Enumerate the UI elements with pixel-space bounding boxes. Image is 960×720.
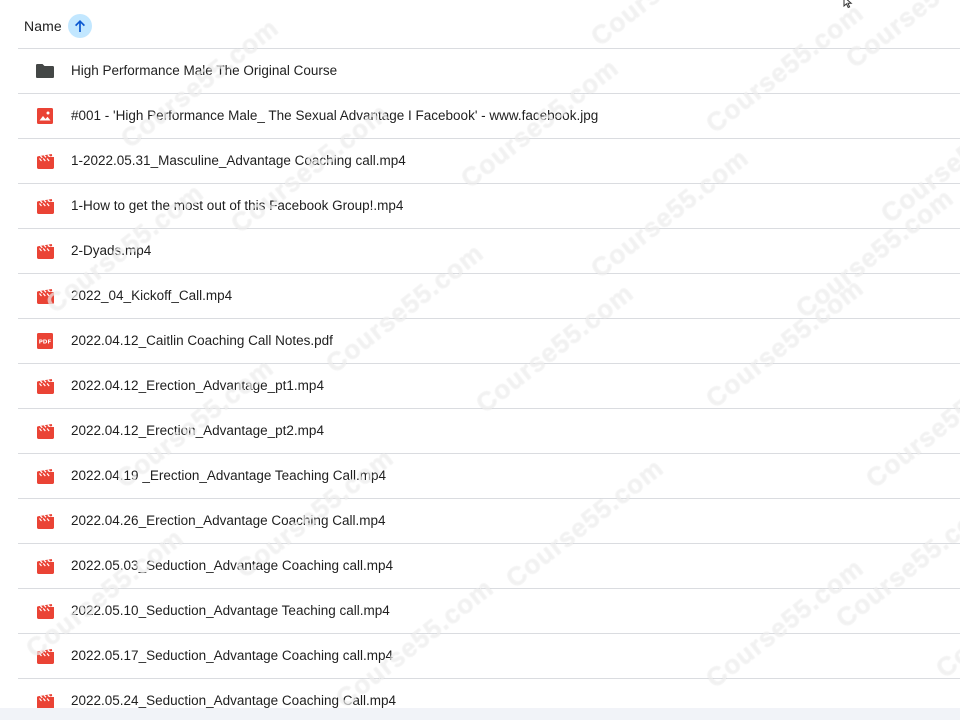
video-icon (35, 422, 55, 440)
file-row[interactable]: 2022.04.26_Erection_Advantage Coaching C… (18, 498, 960, 543)
file-list: High Performance Male The Original Cours… (18, 48, 960, 720)
file-row[interactable]: 1-How to get the most out of this Facebo… (18, 183, 960, 228)
file-name: 2022.04.12_Erection_Advantage_pt2.mp4 (71, 423, 324, 438)
video-icon (35, 152, 55, 170)
video-icon (35, 557, 55, 575)
file-name: 1-How to get the most out of this Facebo… (71, 198, 404, 213)
file-name: 2022.05.17_Seduction_Advantage Coaching … (71, 648, 393, 663)
file-row[interactable]: 2022_04_Kickoff_Call.mp4 (18, 273, 960, 318)
file-name: 1-2022.05.31_Masculine_Advantage Coachin… (71, 153, 406, 168)
pdf-icon: PDF (35, 332, 55, 350)
folder-icon (35, 62, 55, 80)
file-row[interactable]: 2022.04.12_Erection_Advantage_pt1.mp4 (18, 363, 960, 408)
name-column-header[interactable]: Name (24, 14, 92, 38)
file-name: 2022.05.03_Seduction_Advantage Coaching … (71, 558, 393, 573)
sort-direction-button[interactable] (67, 14, 92, 38)
file-row[interactable]: 2-Dyads.mp4 (18, 228, 960, 273)
video-icon (35, 602, 55, 620)
file-name: 2022.04.26_Erection_Advantage Coaching C… (71, 513, 386, 528)
file-name: 2-Dyads.mp4 (71, 243, 152, 258)
file-row[interactable]: #001 - 'High Performance Male_ The Sexua… (18, 93, 960, 138)
file-row[interactable]: 2022.04.12_Erection_Advantage_pt2.mp4 (18, 408, 960, 453)
arrow-upward-icon (72, 18, 88, 34)
file-name: High Performance Male The Original Cours… (71, 63, 338, 78)
video-icon (35, 242, 55, 260)
file-row[interactable]: 1-2022.05.31_Masculine_Advantage Coachin… (18, 138, 960, 183)
drive-file-list-view: Name High Performance Male The Original … (0, 0, 960, 720)
mouse-pointer-icon (843, 0, 857, 9)
file-row[interactable]: PDF 2022.04.12_Caitlin Coaching Call Note… (18, 318, 960, 363)
list-header: Name (0, 0, 960, 48)
file-name: 2022.05.10_Seduction_Advantage Teaching … (71, 603, 390, 618)
video-icon (35, 647, 55, 665)
file-row[interactable]: 2022.05.17_Seduction_Advantage Coaching … (18, 633, 960, 678)
file-row[interactable]: 2022.05.10_Seduction_Advantage Teaching … (18, 588, 960, 633)
video-icon (35, 512, 55, 530)
file-row[interactable]: 2022.05.03_Seduction_Advantage Coaching … (18, 543, 960, 588)
file-name: 2022.04.12_Erection_Advantage_pt1.mp4 (71, 378, 324, 393)
name-column-label: Name (24, 18, 62, 34)
file-name: 2022.04.19 _Erection_Advantage Teaching … (71, 468, 386, 483)
video-icon (35, 467, 55, 485)
video-icon (35, 287, 55, 305)
image-icon (35, 107, 55, 125)
file-row[interactable]: 2022.04.19 _Erection_Advantage Teaching … (18, 453, 960, 498)
file-name: 2022_04_Kickoff_Call.mp4 (71, 288, 233, 303)
file-name: #001 - 'High Performance Male_ The Sexua… (71, 108, 599, 123)
svg-text:PDF: PDF (39, 340, 52, 346)
file-name: 2022.04.12_Caitlin Coaching Call Notes.p… (71, 333, 333, 348)
file-row[interactable]: High Performance Male The Original Cours… (18, 48, 960, 93)
video-icon (35, 197, 55, 215)
video-icon (35, 377, 55, 395)
bottom-scroll-strip (0, 708, 960, 720)
